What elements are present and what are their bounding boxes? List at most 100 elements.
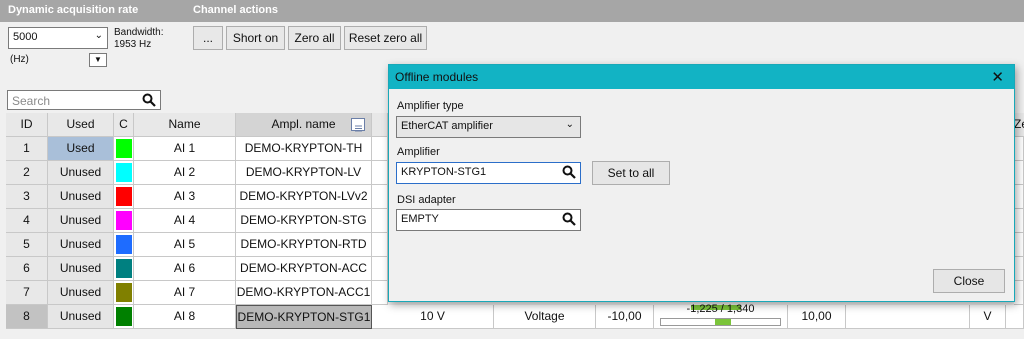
dsi-adapter-label: DSI adapter xyxy=(397,194,456,206)
ze-cell xyxy=(1014,209,1024,233)
ampl-name-cell[interactable]: DEMO-KRYPTON-STG xyxy=(236,209,372,233)
amplifier-type-label: Amplifier type xyxy=(397,100,464,112)
color-cell[interactable] xyxy=(114,233,134,257)
value-meter-cell: -1,225 / 1,340 xyxy=(654,303,788,329)
channel-color-swatch xyxy=(116,235,132,254)
color-cell[interactable] xyxy=(114,209,134,233)
used-toggle[interactable]: Unused xyxy=(48,281,114,305)
hidden-cell xyxy=(372,281,388,305)
hidden-cell xyxy=(372,137,388,161)
ampl-name-cell[interactable]: DEMO-KRYPTON-TH xyxy=(236,137,372,161)
bandwidth-value: 1953 Hz xyxy=(114,39,152,50)
dialog-title: Offline modules xyxy=(395,70,479,84)
column-header-name[interactable]: Name xyxy=(134,113,236,137)
ampl-name-cell[interactable]: DEMO-KRYPTON-LVv2 xyxy=(236,185,372,209)
channel-id-cell: 5 xyxy=(6,233,48,257)
used-toggle[interactable]: Unused xyxy=(48,209,114,233)
channel-color-swatch xyxy=(116,283,132,302)
channel-color-swatch xyxy=(116,307,132,326)
chevron-down-icon: ⌄ xyxy=(94,30,103,41)
used-toggle[interactable]: Unused xyxy=(48,257,114,281)
offline-modules-dialog: Offline modules ✕ Amplifier type EtherCA… xyxy=(388,64,1015,302)
color-cell[interactable] xyxy=(114,161,134,185)
column-header-ze[interactable]: Ze xyxy=(1014,113,1024,137)
used-toggle[interactable]: Unused xyxy=(48,233,114,257)
used-toggle[interactable]: Used xyxy=(48,137,114,161)
more-options-button[interactable]: ... xyxy=(193,26,223,50)
channel-id-cell: 2 xyxy=(6,161,48,185)
channel-name-cell[interactable]: AI 2 xyxy=(134,161,236,185)
close-button[interactable]: Close xyxy=(933,269,1005,293)
reset-zero-all-button[interactable]: Reset zero all xyxy=(344,26,427,50)
color-cell[interactable] xyxy=(114,185,134,209)
used-toggle[interactable]: Unused xyxy=(48,185,114,209)
hidden-cell xyxy=(372,185,388,209)
unit-dropdown[interactable]: ▼ xyxy=(89,53,107,67)
color-cell[interactable] xyxy=(114,257,134,281)
color-cell[interactable] xyxy=(114,281,134,305)
column-header-used[interactable]: Used xyxy=(48,113,114,137)
section-title-acquisition-rate: Dynamic acquisition rate xyxy=(8,4,139,16)
search-icon[interactable] xyxy=(562,212,576,229)
channel-name-cell[interactable]: AI 5 xyxy=(134,233,236,257)
channel-color-swatch xyxy=(116,211,132,230)
bandwidth-label: Bandwidth: xyxy=(114,27,164,38)
used-toggle[interactable]: Unused xyxy=(48,161,114,185)
hidden-cell xyxy=(372,233,388,257)
bandwidth-info: Bandwidth: 1953 Hz xyxy=(114,27,163,51)
amplifier-type-select[interactable]: EtherCAT amplifier ⌄ xyxy=(396,116,581,138)
short-on-button[interactable]: Short on xyxy=(226,26,285,50)
blank-cell xyxy=(846,305,970,329)
section-title-channel-actions: Channel actions xyxy=(193,4,278,16)
ampl-name-cell[interactable]: DEMO-KRYPTON-RTD xyxy=(236,233,372,257)
used-toggle[interactable]: Unused xyxy=(48,305,114,329)
ampl-name-cell[interactable]: DEMO-KRYPTON-ACC1 xyxy=(236,281,372,305)
unit-cell[interactable]: V xyxy=(970,305,1006,329)
hidden-cell xyxy=(372,257,388,281)
column-header-ampl-name[interactable]: Ampl. name xyxy=(236,113,372,137)
max-cell[interactable]: 10,00 xyxy=(788,305,846,329)
column-header-id[interactable]: ID xyxy=(6,113,48,137)
rate-value: 5000 xyxy=(13,31,38,43)
set-to-all-button[interactable]: Set to all xyxy=(592,161,670,185)
acquisition-rate-select[interactable]: 5000 ⌄ xyxy=(8,27,108,49)
channel-id-cell: 6 xyxy=(6,257,48,281)
min-cell[interactable]: -10,00 xyxy=(596,305,654,329)
channel-name-cell[interactable]: AI 7 xyxy=(134,281,236,305)
color-cell[interactable] xyxy=(114,137,134,161)
color-cell[interactable] xyxy=(114,305,134,329)
table-row[interactable]: 8 Unused AI 8 DEMO-KRYPTON-STG1 10 V Voltage -… xyxy=(6,303,1024,329)
search-icon[interactable] xyxy=(562,165,576,182)
dsi-adapter-value: EMPTY xyxy=(401,213,439,225)
channel-name-cell[interactable]: AI 3 xyxy=(134,185,236,209)
search-icon[interactable] xyxy=(142,93,156,110)
channel-id-cell: 1 xyxy=(6,137,48,161)
channel-color-swatch xyxy=(116,139,132,158)
hidden-cell xyxy=(372,209,388,233)
channel-id-cell: 4 xyxy=(6,209,48,233)
ze-cell xyxy=(1014,137,1024,161)
channel-name-cell[interactable]: AI 6 xyxy=(134,257,236,281)
channel-id-cell: 8 xyxy=(6,305,48,329)
close-icon[interactable]: ✕ xyxy=(991,68,1004,86)
dsi-adapter-field[interactable]: EMPTY xyxy=(396,209,581,231)
dialog-title-bar: Offline modules xyxy=(389,65,1014,89)
channel-name-cell[interactable]: AI 4 xyxy=(134,209,236,233)
measurement-cell[interactable]: Voltage xyxy=(494,305,596,329)
ampl-name-cell[interactable]: DEMO-KRYPTON-STG1 xyxy=(236,305,372,329)
search-placeholder: Search xyxy=(12,94,51,108)
channel-name-cell[interactable]: AI 1 xyxy=(134,137,236,161)
channel-search-input[interactable]: Search xyxy=(7,90,161,110)
range-cell[interactable]: 10 V xyxy=(372,305,494,329)
amplifier-field[interactable]: KRYPTON-STG1 xyxy=(396,162,581,184)
column-header-hidden xyxy=(372,113,388,137)
level-indicator xyxy=(714,319,731,325)
column-header-color[interactable]: C xyxy=(114,113,134,137)
ampl-name-cell[interactable]: DEMO-KRYPTON-ACC xyxy=(236,257,372,281)
column-menu-icon[interactable] xyxy=(351,118,365,132)
ampl-name-cell[interactable]: DEMO-KRYPTON-LV xyxy=(236,161,372,185)
zero-all-button[interactable]: Zero all xyxy=(288,26,341,50)
channel-name-cell[interactable]: AI 8 xyxy=(134,305,236,329)
ze-cell xyxy=(1014,185,1024,209)
channel-color-swatch xyxy=(116,259,132,278)
